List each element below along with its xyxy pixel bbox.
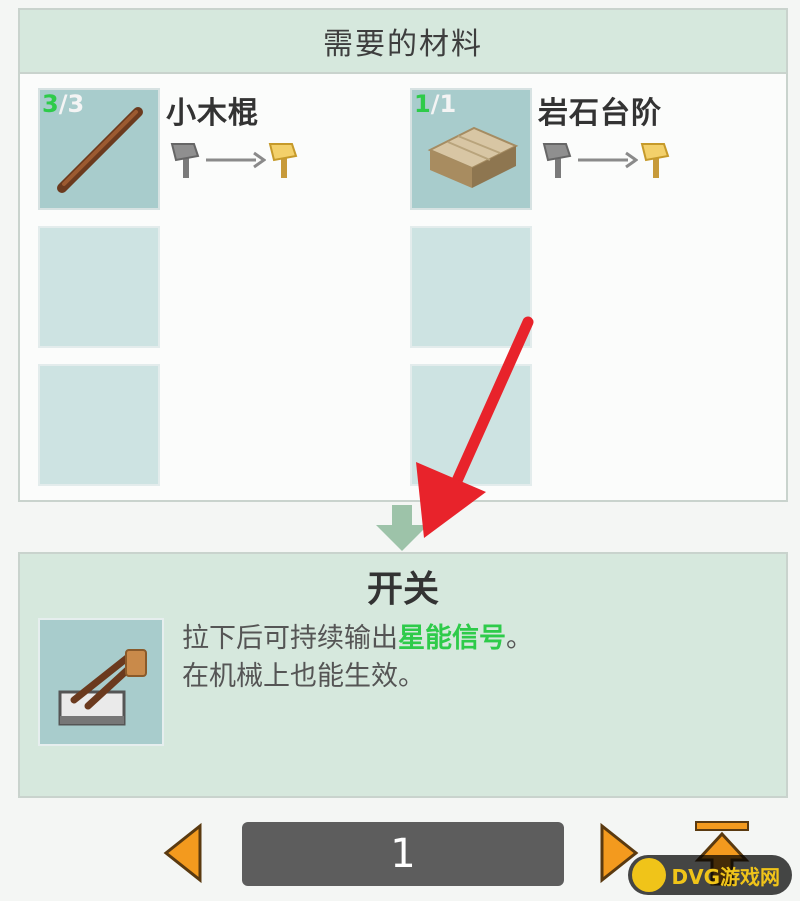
- desc-line-1: 拉下后可持续输出星能信号。: [182, 623, 533, 654]
- tool-conversion: [540, 140, 674, 180]
- watermark: DVG游戏网: [627, 855, 792, 895]
- materials-panel: 需要的材料 3/3 小木棍 1/1 岩石台阶: [18, 8, 788, 502]
- materials-header: 需要的材料: [20, 10, 786, 74]
- down-arrow-icon: [376, 505, 428, 551]
- arrow-right-icon: [578, 151, 638, 169]
- gamepad-icon: [631, 858, 666, 892]
- stone-axe-icon: [170, 143, 200, 178]
- material-name: 岩石台阶: [538, 96, 662, 131]
- prev-page-button[interactable]: [162, 822, 204, 884]
- result-panel: 开关 拉下后可持续输出星能信号。 在机械上也能生效。: [18, 552, 788, 798]
- result-item-slot[interactable]: [38, 618, 164, 746]
- watermark-text: DVG游戏网: [671, 864, 781, 889]
- material-slot-empty[interactable]: [38, 364, 160, 486]
- highlight-keyword: 星能信号: [398, 623, 506, 654]
- arrow-right-icon: [206, 151, 266, 169]
- lever-icon: [58, 649, 147, 726]
- tool-conversion: [168, 140, 302, 180]
- material-slot-empty[interactable]: [410, 226, 532, 348]
- desc-line-2: 在机械上也能生效。: [182, 661, 425, 692]
- stick-icon: [57, 107, 143, 193]
- page-indicator: 1: [242, 822, 564, 886]
- material-slot-stick[interactable]: 3/3: [38, 88, 160, 210]
- material-slot-empty[interactable]: [410, 364, 532, 486]
- gold-axe-icon: [640, 143, 670, 178]
- gold-axe-icon: [268, 143, 298, 178]
- result-description: 拉下后可持续输出星能信号。 在机械上也能生效。: [182, 620, 533, 696]
- material-slot-stone-slab[interactable]: 1/1: [410, 88, 532, 210]
- stone-slab-icon: [427, 126, 519, 188]
- material-name: 小木棍: [166, 96, 259, 131]
- material-slot-empty[interactable]: [38, 226, 160, 348]
- stone-axe-icon: [542, 143, 572, 178]
- result-title: 开关: [366, 569, 439, 610]
